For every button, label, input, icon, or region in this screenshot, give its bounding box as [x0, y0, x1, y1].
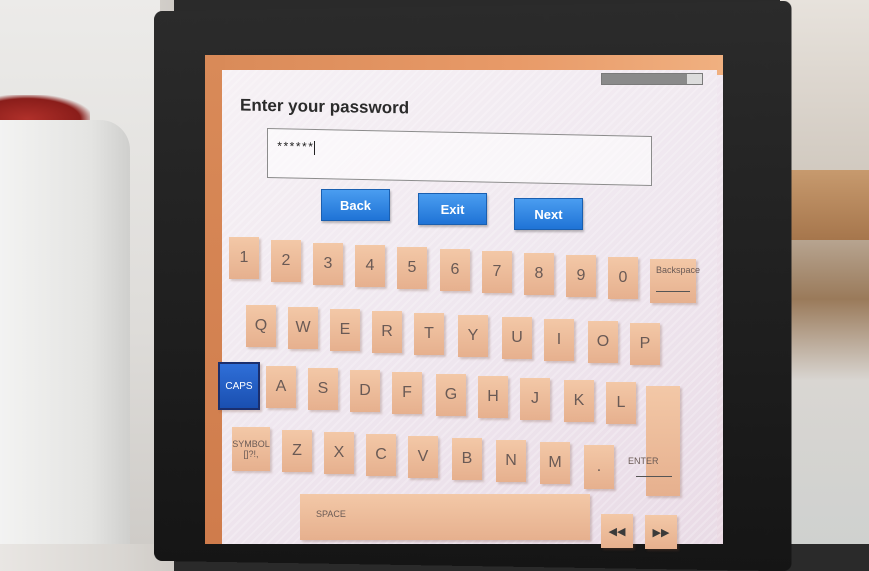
key-a[interactable]: A	[266, 366, 296, 408]
background-room	[780, 0, 869, 544]
background-machine	[0, 120, 130, 544]
key-u[interactable]: U	[502, 317, 532, 359]
key-5[interactable]: 5	[397, 247, 427, 289]
key-l[interactable]: L	[606, 382, 636, 424]
key-6[interactable]: 6	[440, 249, 470, 291]
key-period[interactable]: .	[584, 445, 614, 489]
key-e[interactable]: E	[330, 309, 360, 351]
key-s[interactable]: S	[308, 368, 338, 410]
key-2[interactable]: 2	[271, 240, 301, 282]
password-field[interactable]: ******	[267, 127, 652, 187]
text-caret	[314, 140, 316, 155]
symbol-label: SYMBOL	[232, 439, 270, 449]
key-d[interactable]: D	[350, 370, 380, 412]
key-b[interactable]: B	[452, 438, 482, 480]
password-value: ******	[276, 140, 316, 156]
key-h[interactable]: H	[478, 376, 508, 418]
key-v[interactable]: V	[408, 436, 438, 478]
enter-key[interactable]: ENTER	[628, 386, 680, 496]
page-title: Enter your password	[240, 95, 410, 118]
symbol-chars: []?!,	[243, 449, 259, 459]
key-i[interactable]: I	[544, 319, 574, 361]
key-x[interactable]: X	[324, 432, 354, 474]
backspace-key[interactable]: Backspace	[650, 259, 700, 303]
rewind-key[interactable]: ◀◀	[601, 514, 633, 548]
back-button[interactable]: Back	[321, 189, 390, 221]
key-g[interactable]: G	[436, 374, 466, 416]
key-n[interactable]: N	[496, 440, 526, 482]
key-r[interactable]: R	[372, 311, 402, 353]
key-9[interactable]: 9	[566, 255, 596, 297]
key-p[interactable]: P	[630, 323, 660, 365]
progress-bar	[601, 73, 703, 85]
symbol-key[interactable]: SYMBOL []?!,	[232, 427, 270, 471]
next-button[interactable]: Next	[514, 198, 583, 230]
key-j[interactable]: J	[520, 378, 550, 420]
key-3[interactable]: 3	[313, 243, 343, 285]
key-c[interactable]: C	[366, 434, 396, 476]
key-0[interactable]: 0	[608, 257, 638, 299]
exit-button[interactable]: Exit	[418, 193, 487, 225]
key-t[interactable]: T	[414, 313, 444, 355]
enter-label: ENTER	[628, 456, 659, 466]
background-shelf	[785, 170, 869, 240]
caps-key[interactable]: CAPS	[218, 362, 260, 410]
progress-fill	[602, 74, 687, 84]
key-m[interactable]: M	[540, 442, 570, 484]
key-4[interactable]: 4	[355, 245, 385, 287]
space-key[interactable]: SPACE	[300, 494, 590, 540]
key-o[interactable]: O	[588, 321, 618, 363]
key-y[interactable]: Y	[458, 315, 488, 357]
key-q[interactable]: Q	[246, 305, 276, 347]
key-7[interactable]: 7	[482, 251, 512, 293]
enter-arrow-icon	[636, 476, 672, 477]
space-label: SPACE	[316, 509, 346, 519]
key-z[interactable]: Z	[282, 430, 312, 472]
backspace-label: Backspace	[656, 265, 701, 275]
key-1[interactable]: 1	[229, 237, 259, 279]
backspace-arrow-icon	[656, 291, 690, 292]
key-w[interactable]: W	[288, 307, 318, 349]
key-8[interactable]: 8	[524, 253, 554, 295]
key-f[interactable]: F	[392, 372, 422, 414]
key-k[interactable]: K	[564, 380, 594, 422]
